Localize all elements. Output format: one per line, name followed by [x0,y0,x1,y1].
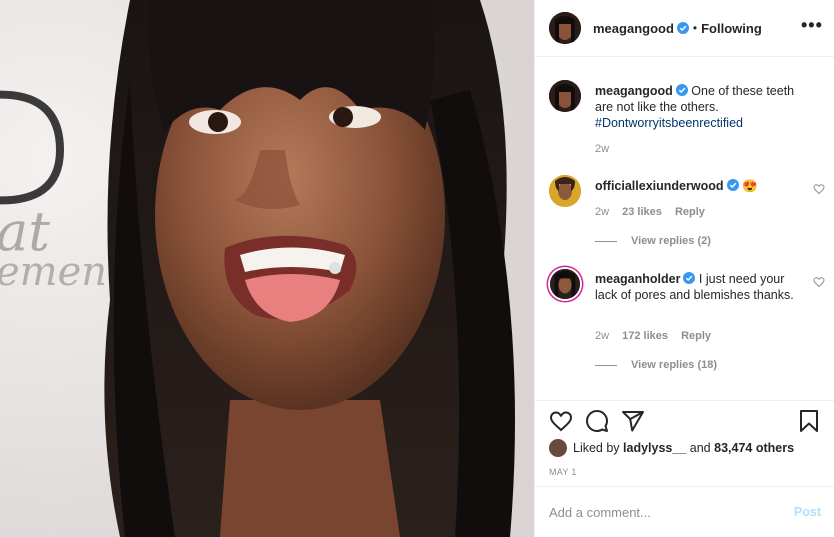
add-comment-bar: Post [535,486,834,537]
more-options-icon[interactable]: ••• [801,16,822,38]
reply-button[interactable]: Reply [675,206,705,218]
commenter-avatar[interactable] [549,175,581,207]
caption-item: meagangood One of these teeth are not li… [549,80,829,160]
reply-button[interactable]: Reply [681,330,711,342]
add-comment-input[interactable] [549,504,779,520]
like-comment-heart-icon[interactable] [813,183,825,195]
comments-list: meagangood One of these teeth are not li… [535,57,834,400]
caption-time[interactable]: 2w [595,143,609,155]
caption-username[interactable]: meagangood [595,84,673,98]
comment-item: officiallexiunderwood 😍 2w 23 likes Repl… [549,175,829,255]
comment-text: 😍 [741,179,758,193]
comment-time[interactable]: 2w [595,206,609,218]
view-replies-label: View replies (18) [631,359,718,371]
like-comment-heart-icon[interactable] [813,276,825,288]
post-actions: Liked by ladylyss__ and 83,474 others MA… [535,400,834,490]
liked-by-user[interactable]: ladylyss__ [623,441,686,455]
liked-by-others[interactable]: 83,474 others [714,441,794,455]
caption-avatar[interactable] [549,80,581,112]
verified-badge-icon [683,272,696,284]
comment-bubble-icon[interactable] [585,409,609,433]
caption-hashtag[interactable]: #Dontworryitsbeenrectified [595,116,743,130]
share-paper-plane-icon[interactable] [621,409,645,433]
comment-likes[interactable]: 23 likes [622,206,662,218]
replies-divider [595,240,617,242]
comment-item: meaganholder I just need your lack of po… [549,268,829,378]
comment-body: officiallexiunderwood 😍 [595,178,795,194]
post-comment-button[interactable]: Post [794,505,821,519]
comment-likes[interactable]: 172 likes [622,330,668,342]
liker-avatar[interactable] [549,439,567,457]
verified-badge-icon [676,22,689,34]
save-bookmark-icon[interactable] [797,409,821,433]
comment-meta: 2w 23 likes Reply [595,206,715,218]
header-separator: • [692,21,698,35]
comment-body: meaganholder I just need your lack of po… [595,271,810,303]
post-side-panel: meagangood • Following ••• meagangood On… [534,0,834,537]
liked-by: Liked by ladylyss__ and 83,474 others [549,439,794,457]
verified-badge-icon [675,84,688,96]
comment-meta: 2w 172 likes Reply [595,330,721,342]
portrait-photo: at emen [0,0,534,537]
view-replies-button[interactable]: View replies (18) [595,359,717,371]
comment-time[interactable]: 2w [595,330,609,342]
comment-username[interactable]: meaganholder [595,272,680,286]
caption-body: meagangood One of these teeth are not li… [595,83,805,131]
replies-divider [595,364,617,366]
author-avatar[interactable] [549,12,581,44]
verified-badge-icon [726,179,739,191]
post-date[interactable]: MAY 1 [549,467,577,477]
commenter-avatar[interactable] [550,269,580,299]
comment-username[interactable]: officiallexiunderwood [595,179,724,193]
author-username[interactable]: meagangood [593,21,674,36]
instagram-post: at emen meagangood • Following ••• meaga… [0,0,834,537]
liked-by-joiner: and [689,441,711,455]
post-photo[interactable]: at emen [0,0,534,537]
following-button[interactable]: Following [701,21,762,36]
post-header: meagangood • Following ••• [535,0,834,57]
caption-meta: 2w [595,143,619,155]
like-heart-icon[interactable] [549,409,573,433]
view-replies-label: View replies (2) [631,235,711,247]
view-replies-button[interactable]: View replies (2) [595,235,711,247]
svg-text:emen: emen [0,249,107,295]
liked-by-prefix: Liked by [573,441,620,455]
